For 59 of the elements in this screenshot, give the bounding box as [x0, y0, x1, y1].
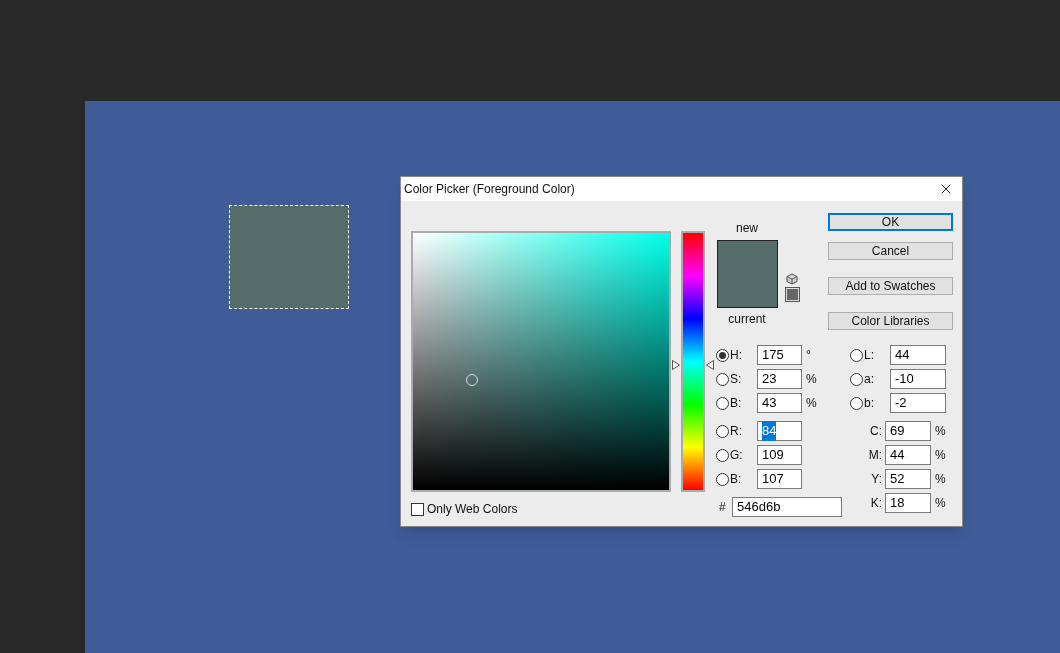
field-label: b:	[864, 395, 875, 412]
field-label: K:	[869, 495, 883, 512]
field-label: Y:	[870, 471, 883, 488]
radio-button[interactable]	[716, 448, 729, 462]
value-field[interactable]: 107	[757, 469, 802, 489]
unit-label: %	[935, 447, 946, 464]
value-field[interactable]: 109	[757, 445, 802, 465]
field-label: R:	[730, 423, 743, 440]
checkbox-label: Only Web Colors	[427, 501, 518, 518]
unit-label: %	[935, 423, 946, 440]
new-label: new	[736, 220, 758, 237]
checkbox[interactable]	[411, 502, 424, 516]
saturation-brightness-field[interactable]	[411, 231, 671, 492]
field-label: C:	[869, 423, 883, 440]
radio-button[interactable]	[716, 424, 729, 438]
dialog-button[interactable]: OK	[828, 213, 953, 231]
value-field[interactable]: 175	[757, 345, 802, 365]
field-label: B:	[730, 395, 743, 412]
value-field[interactable]: 23	[757, 369, 802, 389]
field-label: H:	[730, 347, 743, 364]
radio-button[interactable]	[716, 348, 729, 362]
radio-button[interactable]	[850, 348, 863, 362]
radio-button[interactable]	[716, 472, 729, 486]
value-field[interactable]: 84	[757, 421, 802, 441]
value-field[interactable]: 43	[757, 393, 802, 413]
slider-handle[interactable]	[672, 360, 714, 371]
unit-label: %	[935, 471, 946, 488]
value-field[interactable]: 44	[890, 345, 946, 365]
unit-label: %	[806, 371, 817, 388]
unit-label: %	[806, 395, 817, 412]
hue-slider[interactable]	[672, 231, 714, 492]
hex-field[interactable]: 546d6b	[732, 497, 842, 517]
value-field[interactable]: -10	[890, 369, 946, 389]
dialog-button[interactable]: Cancel	[828, 242, 953, 260]
value-field[interactable]: 52	[885, 469, 931, 489]
value-field[interactable]: 44	[885, 445, 931, 465]
cube-icon[interactable]	[786, 273, 798, 285]
window-title: Color Picker (Foreground Color)	[404, 181, 575, 198]
value-field[interactable]: 18	[885, 493, 931, 513]
unit-label: %	[935, 495, 946, 512]
unit-label: °	[806, 347, 811, 364]
square-swatch-icon[interactable]	[786, 288, 799, 301]
radio-button[interactable]	[850, 396, 863, 410]
field-label: G:	[730, 447, 744, 464]
color-preview	[716, 240, 778, 308]
field-label: S:	[730, 371, 743, 388]
hex-label: #	[719, 499, 727, 516]
value-field[interactable]: -2	[890, 393, 946, 413]
radio-button[interactable]	[716, 372, 729, 386]
current-label: current	[728, 311, 766, 328]
field-label: B:	[730, 471, 743, 488]
radio-button[interactable]	[850, 372, 863, 386]
field-label: L:	[864, 347, 875, 364]
dialog-button[interactable]: Color Libraries	[828, 312, 953, 330]
field-label: a:	[864, 371, 875, 388]
field-label: M:	[867, 447, 883, 464]
radio-button[interactable]	[716, 396, 729, 410]
value-field[interactable]: 69	[885, 421, 931, 441]
dialog-button[interactable]: Add to Swatches	[828, 277, 953, 295]
